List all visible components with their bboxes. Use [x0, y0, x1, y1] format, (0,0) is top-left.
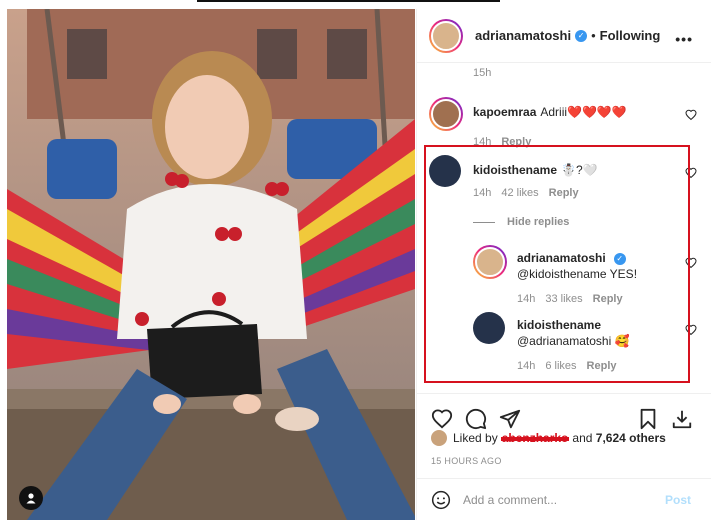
reply-button[interactable]: Reply [587, 360, 617, 372]
download-icon[interactable] [671, 408, 693, 430]
like-comment-heart-icon[interactable] [685, 109, 697, 121]
comment-avatar[interactable] [429, 97, 463, 131]
more-options-icon[interactable]: ••• [675, 31, 693, 47]
comment-meta: 14h Reply [473, 136, 541, 148]
user-tag-icon[interactable] [19, 486, 43, 510]
liked-by-count[interactable]: 7,624 others [596, 431, 666, 445]
author-avatar[interactable] [429, 18, 463, 53]
comment-username[interactable]: kidoisthename [473, 163, 557, 177]
save-bookmark-icon[interactable] [637, 408, 659, 430]
comment-text: ☃️?🤍 [561, 163, 598, 177]
reply-avatar[interactable] [473, 312, 505, 344]
reply-meta: 14h 6 likes Reply [517, 360, 627, 372]
comment-avatar[interactable] [429, 155, 461, 187]
liker-avatar[interactable] [431, 430, 447, 446]
reply-button[interactable]: Reply [501, 136, 531, 148]
header-separator: • [591, 28, 596, 43]
reply-likes[interactable]: 33 likes [545, 293, 582, 305]
reply-username[interactable]: kidoisthename [517, 318, 601, 332]
reply-text: @kidoisthename YES! [517, 267, 638, 281]
add-comment-input[interactable] [463, 492, 653, 507]
liked-by-connector: and [572, 431, 593, 445]
reply-button[interactable]: Reply [549, 187, 579, 199]
comment-text-row: kapoemraa Adriii❤️❤️❤️❤️ [473, 104, 673, 120]
hide-replies-label: Hide replies [507, 216, 570, 228]
reply-username[interactable]: adrianamatoshi [517, 251, 606, 265]
add-comment-bar: Post [417, 478, 711, 520]
comment-username[interactable]: kapoemraa [473, 105, 536, 119]
verified-badge-icon: ✓ [575, 29, 588, 42]
post-timestamp[interactable]: 15 HOURS AGO [431, 456, 502, 466]
post-side-panel: adrianamatoshi ✓ • Following ••• 15h kap… [416, 9, 711, 520]
author-username[interactable]: adrianamatoshi [475, 28, 571, 43]
liked-by-row: Liked by abenzharko and 7,624 others [431, 430, 666, 446]
liked-by-prefix: Liked by [453, 431, 498, 445]
reply-button[interactable]: Reply [593, 293, 623, 305]
post-photo[interactable] [7, 9, 415, 520]
share-paper-plane-icon[interactable] [499, 408, 521, 430]
post-photo-illustration [7, 9, 415, 520]
following-button[interactable]: Following [600, 28, 661, 43]
like-reply-heart-icon[interactable] [685, 257, 697, 269]
comment-text-row: kidoisthename ☃️?🤍 [473, 162, 673, 178]
reply-meta: 14h 33 likes Reply [517, 293, 633, 305]
like-heart-icon[interactable] [431, 408, 453, 430]
caption-time: 15h [473, 67, 492, 79]
like-comment-heart-icon[interactable] [685, 167, 697, 179]
hide-replies-button[interactable]: Hide replies [473, 216, 569, 228]
reply-text-row: kidoisthename @adrianamatoshi 🥰 [517, 317, 687, 349]
reply-text: @adrianamatoshi 🥰 [517, 334, 630, 348]
comment-text: Adriii❤️❤️❤️❤️ [540, 105, 627, 119]
top-edge-line [197, 0, 500, 2]
reply-likes[interactable]: 6 likes [545, 360, 576, 372]
reply-time: 14h [517, 360, 536, 372]
verified-badge-icon: ✓ [613, 252, 626, 265]
reply-avatar[interactable] [473, 245, 507, 279]
liker-username-redacted[interactable]: abenzharko [500, 431, 570, 445]
comment-meta: 14h 42 likes Reply [473, 187, 589, 199]
reply-time: 14h [517, 293, 536, 305]
reply-text-row: adrianamatoshi ✓ @kidoisthename YES! [517, 250, 687, 282]
post-comment-button[interactable]: Post [665, 493, 691, 507]
comment-likes[interactable]: 42 likes [501, 187, 538, 199]
comment-time: 14h [473, 136, 492, 148]
comment-bubble-icon[interactable] [465, 408, 487, 430]
comment-time: 14h [473, 187, 492, 199]
like-reply-heart-icon[interactable] [685, 324, 697, 336]
hide-replies-line [473, 221, 495, 223]
post-header: adrianamatoshi ✓ • Following ••• [417, 9, 711, 63]
emoji-smiley-icon[interactable] [431, 490, 451, 510]
